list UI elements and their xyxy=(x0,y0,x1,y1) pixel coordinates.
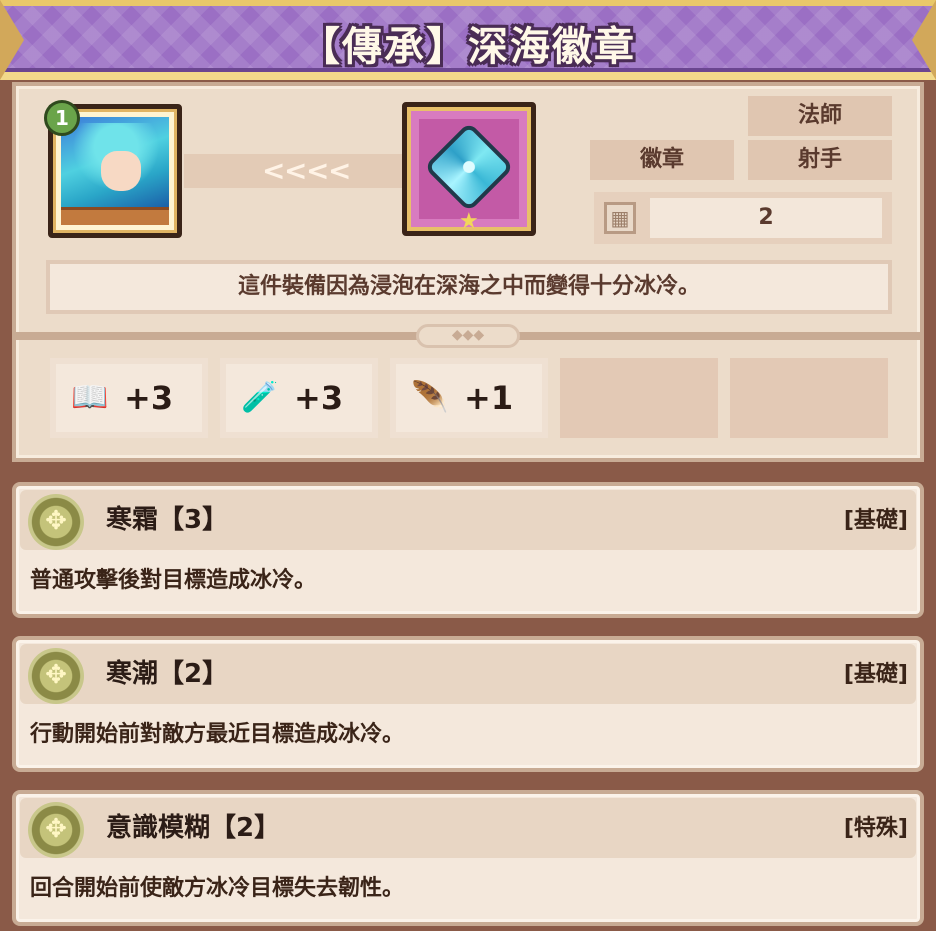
skill-type: [特殊] xyxy=(843,816,908,841)
skill-description: 行動開始前對敵方最近目標造成冰冷。 xyxy=(30,722,405,747)
skill-badge-icon: ✥ xyxy=(28,802,84,858)
title-banner: 【傳承】深海徽章 xyxy=(0,0,936,80)
stat-value: +3 xyxy=(294,379,344,417)
stat-slot-2[interactable]: 🧪 +3 xyxy=(220,358,378,438)
skill-card[interactable]: ✥ 意識模糊【2】 [特殊] 回合開始前使敵方冰冷目標失去韌性。 xyxy=(12,790,924,926)
stat-value: +3 xyxy=(124,379,174,417)
stat-value: +1 xyxy=(464,379,514,417)
slot-grid-icon: ▦ xyxy=(604,202,636,234)
potion-icon: 🧪 xyxy=(241,380,279,415)
skill-header: ✥ 寒潮【2】 [基礎] xyxy=(20,644,916,704)
feather-icon: 🪶 xyxy=(411,380,449,415)
level-badge: 1 xyxy=(44,100,80,136)
skill-header: ✥ 寒霜【3】 [基礎] xyxy=(20,490,916,550)
skill-card[interactable]: ✥ 寒霜【3】 [基礎] 普通攻擊後對目標造成冰冷。 xyxy=(12,482,924,618)
skill-name: 意識模糊【2】 xyxy=(106,813,281,843)
skill-name: 寒潮【2】 xyxy=(106,659,229,689)
hero-avatar xyxy=(61,117,169,207)
slot-count-value: 2 xyxy=(650,198,882,238)
slot-count-box: ▦ 2 xyxy=(594,192,892,244)
skill-card[interactable]: ✥ 寒潮【2】 [基礎] 行動開始前對敵方最近目標造成冰冷。 xyxy=(12,636,924,772)
class-tag-mage: 法師 xyxy=(748,96,892,136)
item-description: 這件裝備因為浸泡在深海之中而變得十分冰冷。 xyxy=(46,260,892,314)
book-icon: 📖 xyxy=(71,380,109,415)
emblem-item-slot[interactable]: ★ xyxy=(402,102,536,236)
item-title: 【傳承】深海徽章 xyxy=(300,24,636,70)
stat-slot-3[interactable]: 🪶 +1 xyxy=(390,358,548,438)
item-info-panel: 1 < < < < ★ 法師 徽章 射手 ▦ 2 這件裝備因為浸泡在深海之中而變… xyxy=(12,82,924,462)
skill-description: 回合開始前使敵方冰冷目標失去韌性。 xyxy=(30,876,405,901)
stat-slot-empty xyxy=(730,358,888,438)
star-icon: ★ xyxy=(459,209,479,234)
stat-slot-1[interactable]: 📖 +3 xyxy=(50,358,208,438)
skill-badge-icon: ✥ xyxy=(28,648,84,704)
skill-type: [基礎] xyxy=(843,508,908,533)
skill-type: [基礎] xyxy=(843,662,908,687)
transfer-arrow-icon: < < < < xyxy=(184,154,412,188)
ice-gem-icon xyxy=(423,121,515,213)
divider-ornament-icon: ◆◆◆ xyxy=(416,324,520,348)
category-tag: 徽章 xyxy=(590,140,734,180)
skill-header: ✥ 意識模糊【2】 [特殊] xyxy=(20,798,916,858)
class-tag-archer: 射手 xyxy=(748,140,892,180)
skill-badge-icon: ✥ xyxy=(28,494,84,550)
skill-description: 普通攻擊後對目標造成冰冷。 xyxy=(30,568,317,593)
skill-name: 寒霜【3】 xyxy=(106,505,229,535)
stat-slot-empty xyxy=(560,358,718,438)
